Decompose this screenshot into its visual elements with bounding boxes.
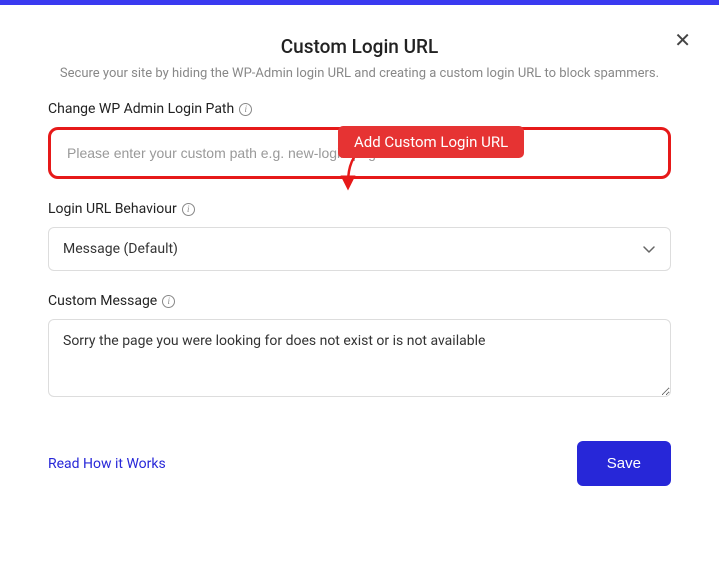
help-link[interactable]: Read How it Works bbox=[48, 456, 166, 472]
info-icon[interactable]: i bbox=[239, 103, 252, 116]
custom-message-label: Custom Message i bbox=[48, 293, 671, 309]
label-text: Change WP Admin Login Path bbox=[48, 101, 234, 117]
page-title: Custom Login URL bbox=[48, 35, 671, 58]
select-value: Message (Default) bbox=[63, 241, 178, 257]
info-icon[interactable]: i bbox=[182, 203, 195, 216]
chevron-down-icon bbox=[642, 242, 656, 256]
custom-message-group: Custom Message i bbox=[48, 293, 671, 401]
label-text: Custom Message bbox=[48, 293, 157, 309]
behaviour-group: Login URL Behaviour i Message (Default) bbox=[48, 201, 671, 271]
modal-footer: Read How it Works Save bbox=[48, 441, 671, 486]
behaviour-select[interactable]: Message (Default) bbox=[48, 227, 671, 271]
save-button[interactable]: Save bbox=[577, 441, 671, 486]
behaviour-label: Login URL Behaviour i bbox=[48, 201, 671, 217]
page-subtitle: Secure your site by hiding the WP-Admin … bbox=[48, 66, 671, 81]
annotation-callout: Add Custom Login URL bbox=[338, 126, 524, 158]
label-text: Login URL Behaviour bbox=[48, 201, 177, 217]
login-path-label: Change WP Admin Login Path i bbox=[48, 101, 671, 117]
info-icon[interactable]: i bbox=[162, 295, 175, 308]
custom-login-modal: Custom Login URL Secure your site by hid… bbox=[0, 5, 719, 506]
modal-header: Custom Login URL Secure your site by hid… bbox=[48, 35, 671, 81]
close-button[interactable]: ✕ bbox=[674, 28, 691, 53]
close-icon: ✕ bbox=[674, 30, 691, 52]
custom-message-textarea[interactable] bbox=[48, 319, 671, 397]
